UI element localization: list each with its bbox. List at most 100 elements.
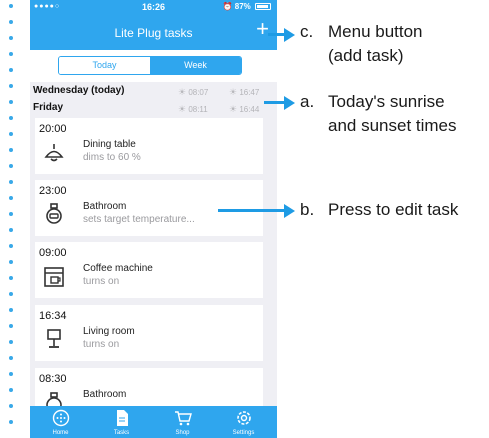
sunset-icon: ☀ bbox=[229, 87, 238, 97]
arrowhead-b bbox=[284, 203, 295, 218]
task-card[interactable]: 23:00 Bathroom sets target temperature..… bbox=[35, 180, 263, 236]
margin-dot bbox=[9, 340, 13, 344]
task-time: 20:00 bbox=[39, 123, 67, 135]
margin-dot bbox=[9, 420, 13, 424]
margin-dot bbox=[9, 260, 13, 264]
sunset-time: 16:44 bbox=[239, 105, 260, 114]
arrow-a bbox=[264, 101, 286, 104]
annotation-line: Today's sunrise bbox=[328, 92, 445, 111]
margin-dot bbox=[9, 164, 13, 168]
day-label: Wednesday (today) bbox=[33, 85, 125, 96]
tasks-icon bbox=[117, 410, 128, 426]
task-card[interactable]: 16:34 Living room turns on bbox=[35, 305, 263, 361]
task-device: Bathroom bbox=[83, 389, 127, 400]
task-device: Coffee machine bbox=[83, 263, 153, 274]
task-card[interactable]: 08:30 Bathroom bbox=[35, 368, 263, 413]
sun-row: Friday ☀ 08:11 ☀ 16:44 bbox=[30, 100, 277, 116]
sunrise-time: 08:11 bbox=[188, 105, 208, 114]
task-time: 23:00 bbox=[39, 185, 67, 197]
task-card[interactable]: 20:00 Dining table dims to 60 % bbox=[35, 118, 263, 174]
tab-bar: Home Tasks Shop Settings bbox=[30, 406, 277, 438]
day-label: Friday bbox=[33, 102, 64, 113]
battery-indicator: ⏰ 87% bbox=[223, 2, 271, 11]
day-week-segmented-control: Today Week bbox=[58, 56, 242, 75]
settings-icon bbox=[237, 411, 251, 425]
sunrise-icon: ☀ bbox=[178, 87, 187, 97]
margin-dot bbox=[9, 276, 13, 280]
margin-dot bbox=[9, 36, 13, 40]
table-lamp-icon bbox=[47, 329, 61, 348]
tab-settings[interactable]: Settings bbox=[213, 406, 274, 438]
margin-dot bbox=[9, 228, 13, 232]
annotation-line: Press to edit task bbox=[328, 200, 459, 219]
status-bar: ●●●●○ 16:26 ⏰ 87% bbox=[30, 0, 277, 14]
margin-dot bbox=[9, 244, 13, 248]
margin-dot bbox=[9, 308, 13, 312]
tab-week[interactable]: Week bbox=[150, 57, 241, 74]
margin-dot bbox=[9, 20, 13, 24]
task-action: sets target temperature... bbox=[83, 214, 195, 225]
arrowhead-a bbox=[284, 95, 295, 110]
margin-dot bbox=[9, 212, 13, 216]
tab-label: Shop bbox=[175, 430, 190, 436]
margin-dot bbox=[9, 100, 13, 104]
task-time: 16:34 bbox=[39, 310, 67, 322]
task-card[interactable]: 09:00 Coffee machine turns on bbox=[35, 242, 263, 298]
coffee-machine-icon bbox=[44, 267, 64, 287]
sunrise-time: 08:07 bbox=[188, 88, 209, 97]
margin-dot bbox=[9, 356, 13, 360]
battery-percent: 87% bbox=[234, 2, 251, 11]
sunrise: ☀ 08:07 bbox=[178, 87, 208, 98]
margin-dot bbox=[9, 84, 13, 88]
sunset: ☀ 16:44 bbox=[229, 104, 259, 115]
segment-bar: Today Week bbox=[30, 50, 277, 82]
home-icon bbox=[52, 409, 70, 427]
heater-icon bbox=[46, 203, 62, 224]
annotation-line: Menu button bbox=[328, 22, 423, 41]
margin-dot bbox=[9, 404, 13, 408]
margin-dot bbox=[9, 372, 13, 376]
tab-label: Settings bbox=[232, 430, 255, 436]
alarm-icon: ⏰ bbox=[222, 2, 233, 11]
dotted-margin bbox=[8, 4, 14, 434]
margin-dot bbox=[9, 52, 13, 56]
arrowhead-c bbox=[284, 27, 295, 42]
annotation-letter: b. bbox=[300, 200, 315, 219]
plus-icon: + bbox=[256, 16, 269, 41]
task-time: 09:00 bbox=[39, 247, 67, 259]
task-device: Dining table bbox=[83, 139, 136, 150]
page-title: Lite Plug tasks bbox=[114, 26, 193, 40]
sun-times-header: Wednesday (today) ☀ 08:07 ☀ 16:47 Friday… bbox=[30, 82, 277, 118]
arrow-b bbox=[218, 209, 286, 212]
margin-dot bbox=[9, 180, 13, 184]
task-device: Bathroom bbox=[83, 201, 127, 212]
sunrise: ☀ 08:11 bbox=[178, 104, 208, 115]
phone-screen: ●●●●○ 16:26 ⏰ 87% Lite Plug tasks + Toda… bbox=[30, 0, 277, 438]
task-device: Living room bbox=[83, 326, 135, 337]
annotation-letter: a. bbox=[300, 92, 315, 111]
tab-tasks[interactable]: Tasks bbox=[91, 406, 152, 438]
task-action: turns on bbox=[83, 339, 120, 350]
annotation-line: and sunset times bbox=[328, 116, 457, 135]
margin-dot bbox=[9, 132, 13, 136]
sun-row: Wednesday (today) ☀ 08:07 ☀ 16:47 bbox=[30, 83, 277, 99]
battery-icon bbox=[255, 3, 271, 10]
margin-dot bbox=[9, 324, 13, 328]
task-action: dims to 60 % bbox=[83, 152, 141, 163]
tab-shop[interactable]: Shop bbox=[152, 406, 213, 438]
annotation-line: (add task) bbox=[328, 46, 404, 65]
tab-label: Tasks bbox=[113, 430, 130, 436]
margin-dot bbox=[9, 196, 13, 200]
margin-dot bbox=[9, 148, 13, 152]
margin-dot bbox=[9, 116, 13, 120]
tab-today[interactable]: Today bbox=[59, 57, 150, 74]
task-action: turns on bbox=[83, 276, 120, 287]
tab-home[interactable]: Home bbox=[30, 406, 91, 438]
sunset: ☀ 16:47 bbox=[229, 87, 259, 98]
margin-dot bbox=[9, 292, 13, 296]
tab-label: Home bbox=[52, 430, 69, 436]
nav-bar: Lite Plug tasks + bbox=[30, 14, 277, 50]
annotation-letter: c. bbox=[300, 22, 314, 41]
add-task-button[interactable]: + bbox=[256, 18, 269, 40]
sunset-time: 16:47 bbox=[239, 88, 260, 97]
